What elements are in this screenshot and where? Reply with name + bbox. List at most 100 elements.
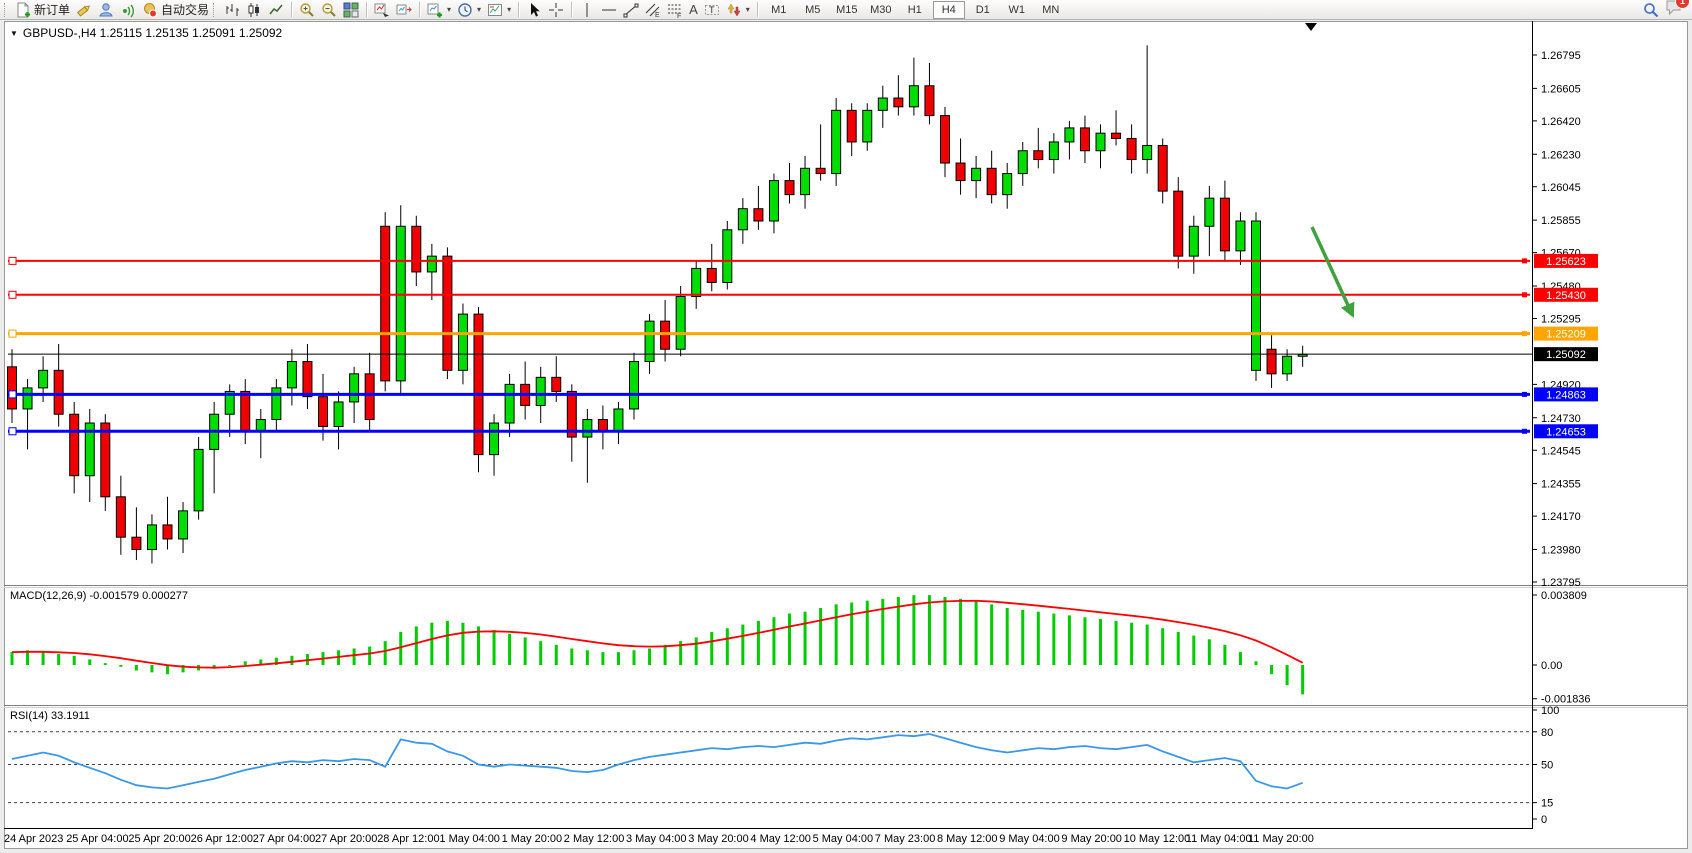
macd-bar xyxy=(741,625,744,665)
svg-text:1.24355: 1.24355 xyxy=(1541,479,1581,491)
candle xyxy=(350,374,359,402)
cursor-tool-button[interactable] xyxy=(523,1,545,19)
line-chart-mode-button[interactable] xyxy=(265,1,287,19)
templates-dropdown[interactable]: ▾ xyxy=(484,1,514,19)
horizontal-line-tool[interactable] xyxy=(598,1,620,19)
zoom-in-button[interactable] xyxy=(296,1,318,19)
line-drag-handle[interactable] xyxy=(9,428,16,435)
toolbar-grip[interactable] xyxy=(4,3,9,17)
candle xyxy=(614,409,623,432)
collapse-triangle-icon[interactable]: ▼ xyxy=(10,29,18,38)
fibonacci-tool[interactable]: F xyxy=(664,1,686,19)
svg-text:24 Apr 2023: 24 Apr 2023 xyxy=(4,833,63,845)
price-chart[interactable]: 1.267951.266051.264201.262301.260451.258… xyxy=(0,0,1692,853)
search-icon[interactable] xyxy=(1643,2,1659,18)
svg-text:1.24545: 1.24545 xyxy=(1541,445,1581,457)
timeframe-MN[interactable]: MN xyxy=(1035,1,1067,19)
svg-text:1.24730: 1.24730 xyxy=(1541,413,1581,425)
toolbar-grip[interactable] xyxy=(213,3,218,17)
svg-text:100: 100 xyxy=(1541,705,1559,717)
macd-bar xyxy=(788,614,791,665)
timeframe-M5[interactable]: M5 xyxy=(797,1,829,19)
timeframe-W1[interactable]: W1 xyxy=(1001,1,1033,19)
macd-bar xyxy=(1161,628,1164,665)
equidistant-channel-icon: E xyxy=(645,2,661,18)
candle xyxy=(443,256,452,370)
candle xyxy=(816,168,825,173)
crayon-icon xyxy=(76,2,92,18)
svg-text:1.25430: 1.25430 xyxy=(1546,290,1586,302)
trendline-tool[interactable] xyxy=(620,1,642,19)
svg-text:1.25092: 1.25092 xyxy=(1546,349,1586,361)
macd-bar xyxy=(244,661,247,665)
chart-title-bar[interactable]: ▼ GBPUSD-,H4 1.25115 1.25135 1.25091 1.2… xyxy=(10,26,282,40)
macd-bar xyxy=(975,601,978,665)
macd-bar xyxy=(866,601,869,665)
candlestick-icon xyxy=(246,2,262,18)
timeframe-H1[interactable]: H1 xyxy=(899,1,931,19)
line-drag-handle[interactable] xyxy=(9,257,16,264)
svg-text:26 Apr 12:00: 26 Apr 12:00 xyxy=(191,833,253,845)
toolbar-separator xyxy=(419,2,420,17)
candle xyxy=(878,98,887,110)
macd-bar xyxy=(586,650,589,665)
text-label-tool[interactable]: T xyxy=(701,1,723,19)
timeframe-H4[interactable]: H4 xyxy=(933,1,965,19)
line-drag-handle[interactable] xyxy=(9,391,16,398)
community-button[interactable] xyxy=(95,1,117,19)
candle xyxy=(1174,191,1183,256)
svg-text:3 May 20:00: 3 May 20:00 xyxy=(688,833,749,845)
candle xyxy=(1205,198,1214,226)
bar-chart-mode-button[interactable] xyxy=(221,1,243,19)
macd-bar xyxy=(601,652,604,665)
channel-tool[interactable]: E xyxy=(642,1,664,19)
candle xyxy=(1034,151,1043,160)
macd-bar xyxy=(461,623,464,665)
svg-text:5 May 04:00: 5 May 04:00 xyxy=(813,833,874,845)
macd-bar xyxy=(726,628,729,665)
macd-bar xyxy=(1146,625,1149,665)
chart-shift-button[interactable] xyxy=(393,1,415,19)
candle xyxy=(894,98,903,107)
timeframe-M1[interactable]: M1 xyxy=(763,1,795,19)
candlestick-mode-button[interactable] xyxy=(243,1,265,19)
new-chart-dropdown[interactable]: ▾ xyxy=(424,1,454,19)
toolbar-separator xyxy=(518,2,519,17)
candle xyxy=(1158,145,1167,191)
notifications-button[interactable]: 1 xyxy=(1665,0,1683,20)
zoom-out-button[interactable] xyxy=(318,1,340,19)
crosshair-tool-button[interactable] xyxy=(545,1,567,19)
profiles-dropdown[interactable]: ▾ xyxy=(454,1,484,19)
timeframe-M15[interactable]: M15 xyxy=(831,1,863,19)
auto-trading-button[interactable]: 自动交易 xyxy=(139,1,212,19)
auto-trading-icon xyxy=(142,2,158,18)
line-drag-handle[interactable] xyxy=(9,330,16,337)
arrows-dropdown[interactable]: ▾ xyxy=(723,1,753,19)
macd-bar xyxy=(617,652,620,665)
macd-bar xyxy=(710,632,713,665)
vertical-line-tool[interactable] xyxy=(576,1,598,19)
rsi-indicator-label: RSI(14) 33.1911 xyxy=(10,710,90,722)
tile-windows-button[interactable] xyxy=(340,1,362,19)
candle xyxy=(832,110,841,173)
timeframe-D1[interactable]: D1 xyxy=(967,1,999,19)
macd-bar xyxy=(648,648,651,665)
clock-icon xyxy=(457,2,473,18)
symbol-ohlc-title: GBPUSD-,H4 1.25115 1.25135 1.25091 1.250… xyxy=(23,26,282,40)
svg-text:15: 15 xyxy=(1541,798,1553,810)
candle xyxy=(1283,356,1292,374)
timeframe-M30[interactable]: M30 xyxy=(865,1,897,19)
auto-scroll-button[interactable] xyxy=(371,1,393,19)
macd-bar xyxy=(1286,665,1289,685)
candle xyxy=(70,414,79,475)
text-tool[interactable]: A xyxy=(686,1,701,19)
styler-button[interactable] xyxy=(73,1,95,19)
candle xyxy=(956,163,965,181)
svg-text:1.26605: 1.26605 xyxy=(1541,83,1581,95)
signals-button[interactable] xyxy=(117,1,139,19)
macd-bar xyxy=(119,665,122,667)
svg-text:28 Apr 12:00: 28 Apr 12:00 xyxy=(377,833,439,845)
new-order-button[interactable]: 新订单 xyxy=(12,1,73,19)
line-drag-handle[interactable] xyxy=(9,291,16,298)
candle xyxy=(396,226,405,381)
